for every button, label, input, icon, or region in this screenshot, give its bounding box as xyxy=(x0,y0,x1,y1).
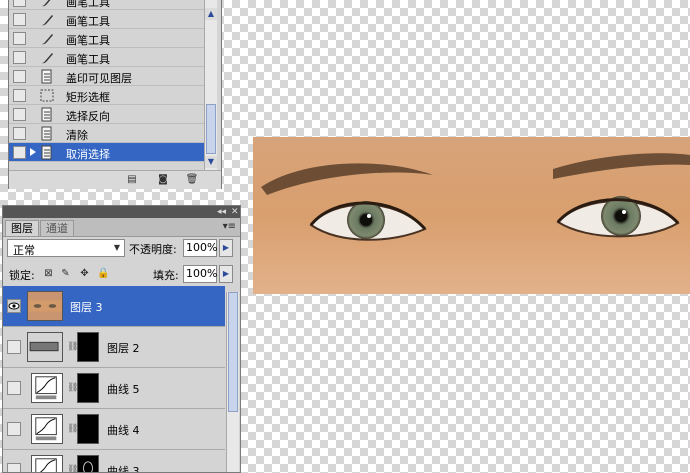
trash-icon[interactable]: 🗑 xyxy=(185,174,199,186)
layer-thumbnail xyxy=(27,332,63,362)
lock-image-pixels-icon[interactable]: ✎ xyxy=(60,268,71,279)
curves-adjustment-icon xyxy=(31,373,63,403)
layer-name: 曲线 5 xyxy=(107,383,140,396)
panel-titlebar[interactable]: ◂◂ ✕ xyxy=(3,206,240,218)
lock-position-icon[interactable]: ✥ xyxy=(79,268,90,279)
history-item-label: 画笔工具 xyxy=(66,34,110,47)
lock-all-icon[interactable]: 🔒 xyxy=(97,268,109,279)
blend-mode-select[interactable]: 正常 ▼ xyxy=(7,239,125,257)
history-item-label: 画笔工具 xyxy=(66,53,110,66)
layers-panel: ◂◂ ✕ 图层 通道 ▾≡ 正常 ▼ 不透明度: 100% ▶ 锁定: ⊠ ✎ … xyxy=(2,205,241,473)
history-item-label: 取消选择 xyxy=(66,148,110,161)
history-item[interactable]: 选择反向 xyxy=(9,105,209,124)
history-item-label: 清除 xyxy=(66,129,88,142)
layer-name: 图层 3 xyxy=(70,301,103,314)
history-panel: 画笔工具 画笔工具 画笔工具 画笔工具 盖印可见图层 矩形选框 选择反向 清除 … xyxy=(8,0,222,189)
layer-name: 曲线 3 xyxy=(107,465,140,473)
curves-adjustment-icon xyxy=(31,414,63,444)
collapse-icon[interactable]: ◂◂ xyxy=(217,206,226,218)
history-scrollbar[interactable]: ▲ ▼ xyxy=(204,0,217,170)
snapshot-source-checkbox[interactable] xyxy=(13,146,26,159)
layer-name: 图层 2 xyxy=(107,342,140,355)
document-icon xyxy=(41,145,52,160)
layer-mask-thumbnail[interactable] xyxy=(77,455,99,472)
layer-row[interactable]: ⛓ 曲线 4 xyxy=(3,409,225,450)
document-icon xyxy=(41,107,52,122)
brush-icon xyxy=(42,53,53,64)
scroll-up-icon[interactable]: ▲ xyxy=(205,8,217,20)
snapshot-source-checkbox[interactable] xyxy=(13,89,26,102)
opacity-input[interactable]: 100% xyxy=(183,239,217,257)
blend-mode-value: 正常 xyxy=(13,244,35,257)
document-icon xyxy=(41,126,52,141)
lock-label: 锁定: xyxy=(9,269,35,282)
history-item-label: 画笔工具 xyxy=(66,0,110,9)
new-document-from-state-icon[interactable]: ▤ xyxy=(125,174,139,186)
fill-label: 填充: xyxy=(153,269,179,282)
panel-menu-icon[interactable]: ▾≡ xyxy=(223,221,236,232)
layer-row[interactable]: ⛓ 图层 2 xyxy=(3,327,225,368)
opacity-slider-button[interactable]: ▶ xyxy=(219,239,233,257)
visibility-toggle[interactable] xyxy=(7,463,21,472)
close-icon[interactable]: ✕ xyxy=(231,206,239,218)
history-item[interactable]: 画笔工具 xyxy=(9,10,209,29)
visibility-eye-icon[interactable] xyxy=(7,299,21,313)
scroll-thumb[interactable] xyxy=(206,104,216,154)
history-item[interactable]: 清除 xyxy=(9,124,209,143)
history-item[interactable]: 盖印可见图层 xyxy=(9,67,209,86)
history-item-label: 盖印可见图层 xyxy=(66,72,132,85)
panel-tabs: 图层 通道 ▾≡ xyxy=(3,218,240,237)
tab-layers[interactable]: 图层 xyxy=(5,220,39,236)
snapshot-source-checkbox[interactable] xyxy=(13,0,26,7)
fill-slider-button[interactable]: ▶ xyxy=(219,265,233,283)
history-item-label: 矩形选框 xyxy=(66,91,110,104)
brush-icon xyxy=(42,15,53,26)
new-snapshot-icon[interactable]: ◙ xyxy=(156,174,170,186)
history-item-selected[interactable]: 取消选择 xyxy=(9,143,209,162)
history-item[interactable]: 画笔工具 xyxy=(9,0,209,10)
tab-channels[interactable]: 通道 xyxy=(40,220,74,236)
history-item[interactable]: 画笔工具 xyxy=(9,48,209,67)
brush-icon xyxy=(42,34,53,45)
curves-adjustment-icon xyxy=(31,455,63,472)
history-list: 画笔工具 画笔工具 画笔工具 画笔工具 盖印可见图层 矩形选框 选择反向 清除 … xyxy=(9,0,209,170)
lock-transparent-pixels-icon[interactable]: ⊠ xyxy=(43,268,54,279)
brush-icon xyxy=(42,0,51,7)
snapshot-source-checkbox[interactable] xyxy=(13,13,26,26)
layer-row-selected[interactable]: 图层 3 xyxy=(3,286,225,327)
history-footer: ▤ ◙ 🗑 xyxy=(9,170,221,189)
document-icon xyxy=(41,69,52,84)
snapshot-source-checkbox[interactable] xyxy=(13,51,26,64)
layer-row[interactable]: ⛓ 曲线 5 xyxy=(3,368,225,409)
snapshot-source-checkbox[interactable] xyxy=(13,70,26,83)
snapshot-source-checkbox[interactable] xyxy=(13,108,26,121)
canvas-eye-image xyxy=(253,137,690,294)
snapshot-source-checkbox[interactable] xyxy=(13,127,26,140)
layer-name: 曲线 4 xyxy=(107,424,140,437)
visibility-toggle[interactable] xyxy=(7,381,21,395)
scroll-thumb[interactable] xyxy=(228,292,238,412)
layers-scrollbar[interactable] xyxy=(226,292,239,472)
eyes-photo xyxy=(253,137,690,294)
history-item-label: 画笔工具 xyxy=(66,15,110,28)
history-item[interactable]: 矩形选框 xyxy=(9,86,209,105)
snapshot-source-checkbox[interactable] xyxy=(13,32,26,45)
fill-input[interactable]: 100% xyxy=(183,265,217,283)
opacity-label: 不透明度: xyxy=(129,243,177,256)
visibility-toggle[interactable] xyxy=(7,422,21,436)
marquee-icon xyxy=(40,89,54,102)
layer-mask-thumbnail[interactable] xyxy=(77,414,99,444)
blend-row: 正常 ▼ 不透明度: 100% ▶ xyxy=(3,238,240,260)
chevron-down-icon: ▼ xyxy=(113,243,121,252)
history-item[interactable]: 画笔工具 xyxy=(9,29,209,48)
scroll-down-icon[interactable]: ▼ xyxy=(205,156,217,168)
history-item-label: 选择反向 xyxy=(66,110,110,123)
layer-thumbnail xyxy=(27,291,63,321)
layer-mask-thumbnail[interactable] xyxy=(77,332,99,362)
history-state-slider-icon[interactable] xyxy=(30,148,36,156)
visibility-toggle[interactable] xyxy=(7,340,21,354)
layer-mask-thumbnail[interactable] xyxy=(77,373,99,403)
layer-row[interactable]: ⛓ 曲线 3 xyxy=(3,450,225,473)
